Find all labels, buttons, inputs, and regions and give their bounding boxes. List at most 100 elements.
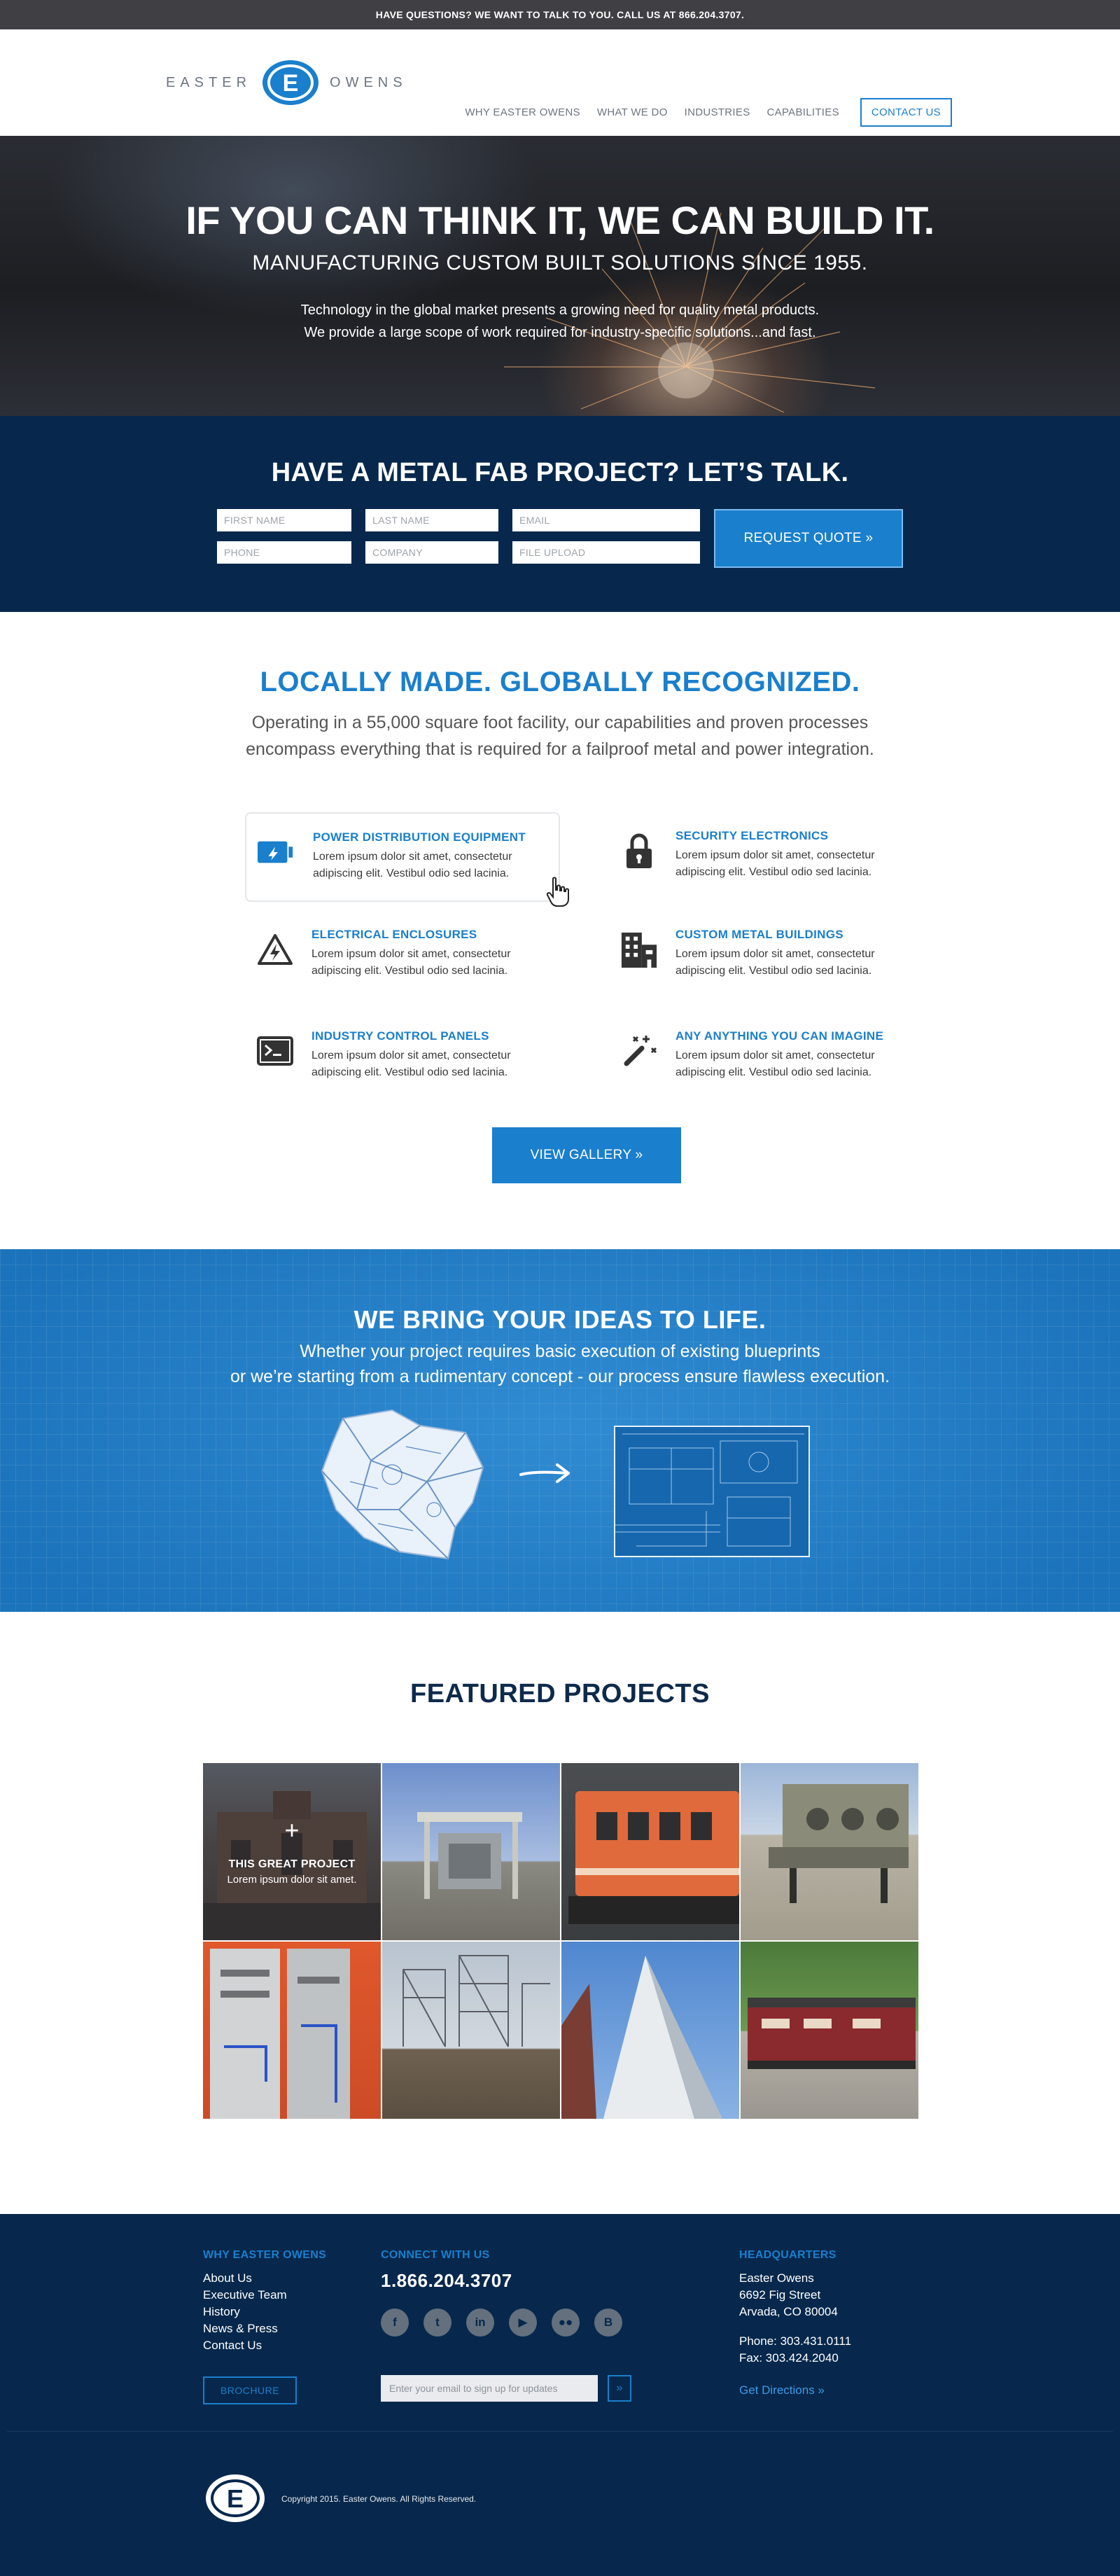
capability-title: SECURITY ELECTRONICS bbox=[676, 829, 829, 842]
file-upload-input[interactable]: FILE UPLOAD bbox=[512, 541, 700, 564]
newsletter-email-input[interactable]: Enter your email to sign up for updates bbox=[381, 2375, 598, 2402]
footer-phone[interactable]: 1.866.204.3707 bbox=[381, 2270, 512, 2292]
hero-subtitle: MANUFACTURING CUSTOM BUILT SOLUTIONS SIN… bbox=[252, 251, 868, 274]
svg-text:E: E bbox=[283, 70, 299, 97]
hq-name: Easter Owens bbox=[739, 2271, 814, 2285]
request-quote-button[interactable]: REQUEST QUOTE » bbox=[714, 509, 903, 568]
svg-text:E: E bbox=[227, 2484, 244, 2513]
project-tile-enclosures[interactable] bbox=[741, 1763, 918, 1940]
finished-blueprint-image bbox=[614, 1426, 810, 1557]
capabilities-lead-line-1: Operating in a 55,000 square foot facili… bbox=[251, 713, 869, 732]
footer-why-title: WHY EASTER OWENS bbox=[203, 2249, 327, 2261]
footer-link-news-press[interactable]: News & Press bbox=[203, 2320, 287, 2337]
capability-title: ELECTRICAL ENCLOSURES bbox=[312, 928, 477, 941]
projects-grid: + THIS GREAT PROJECT Lorem ipsum dolor s… bbox=[203, 1763, 918, 2119]
capability-industry-control-panels[interactable]: INDUSTRY CONTROL PANELS Lorem ipsum dolo… bbox=[245, 1012, 560, 1102]
phone-input[interactable]: PHONE bbox=[217, 541, 351, 564]
capability-description: Lorem ipsum dolor sit amet, consectetur … bbox=[312, 1050, 511, 1078]
flickr-icon[interactable]: ●● bbox=[552, 2309, 580, 2337]
skyscraper-image bbox=[561, 1956, 722, 2119]
twitter-icon[interactable]: t bbox=[424, 2309, 451, 2337]
hq-phone: Phone: 303.431.0111 bbox=[739, 2334, 852, 2348]
copyright-text: Copyright 2015. Easter Owens. All Rights… bbox=[281, 2494, 477, 2504]
project-tile-railcar[interactable] bbox=[741, 1942, 918, 2119]
linkedin-icon[interactable]: in bbox=[466, 2309, 494, 2337]
footer-link-executive-team[interactable]: Executive Team bbox=[203, 2287, 287, 2304]
footer-link-history[interactable]: History bbox=[203, 2304, 287, 2320]
project-tile-skyscraper[interactable] bbox=[561, 1942, 739, 2119]
project-tile-substation[interactable] bbox=[382, 1763, 560, 1940]
capabilities-title: LOCALLY MADE. GLOBALLY RECOGNIZED. bbox=[260, 667, 860, 697]
site-logo[interactable]: EASTER E OWENS bbox=[166, 58, 407, 107]
project-hover-overlay: + THIS GREAT PROJECT Lorem ipsum dolor s… bbox=[203, 1763, 381, 1940]
quote-section: HAVE A METAL FAB PROJECT? LET’S TALK. FI… bbox=[0, 416, 1120, 612]
company-input[interactable]: COMPANY bbox=[365, 541, 498, 564]
contact-us-button[interactable]: CONTACT US bbox=[860, 98, 952, 127]
project-tile-power-plant[interactable] bbox=[382, 1942, 560, 2119]
brochure-button[interactable]: BROCHURE bbox=[203, 2376, 297, 2404]
hero-banner: IF YOU CAN THINK IT, WE CAN BUILD IT. MA… bbox=[0, 136, 1120, 416]
get-directions-link[interactable]: Get Directions » bbox=[739, 2383, 825, 2397]
capability-description: Lorem ipsum dolor sit amet, consectetur … bbox=[312, 948, 511, 977]
hero-title: IF YOU CAN THINK IT, WE CAN BUILD IT. bbox=[186, 198, 934, 242]
project-title: THIS GREAT PROJECT bbox=[228, 1858, 356, 1870]
project-tile-locomotive[interactable] bbox=[561, 1763, 739, 1940]
right-arrow-icon bbox=[519, 1463, 570, 1483]
capability-security-electronics[interactable]: SECURITY ELECTRONICS Lorem ipsum dolor s… bbox=[609, 812, 924, 902]
battery-icon bbox=[258, 833, 295, 871]
social-links: f t in ▶ ●● B bbox=[381, 2309, 637, 2337]
capability-title: INDUSTRY CONTROL PANELS bbox=[312, 1029, 489, 1043]
facebook-icon[interactable]: f bbox=[381, 2309, 409, 2337]
footer-link-about-us[interactable]: About Us bbox=[203, 2270, 287, 2287]
plus-icon: + bbox=[284, 1816, 300, 1844]
featured-projects-title: FEATURED PROJECTS bbox=[410, 1679, 710, 1708]
last-name-input[interactable]: LAST NAME bbox=[365, 509, 498, 531]
main-nav: WHY EASTER OWENS WHAT WE DO INDUSTRIES C… bbox=[448, 98, 952, 127]
blogger-icon[interactable]: B bbox=[594, 2309, 622, 2337]
ideas-title: WE BRING YOUR IDEAS TO LIFE. bbox=[354, 1305, 766, 1334]
footer-connect-title: CONNECT WITH US bbox=[381, 2249, 490, 2261]
nav-why-easter-owens[interactable]: WHY EASTER OWENS bbox=[465, 106, 580, 118]
enclosures-image bbox=[769, 1784, 909, 1903]
ideas-line-1: Whether your project requires basic exec… bbox=[300, 1342, 820, 1361]
terminal-icon bbox=[256, 1032, 294, 1070]
logo-mark-icon: E bbox=[262, 60, 319, 105]
capability-description: Lorem ipsum dolor sit amet, consectetur … bbox=[313, 851, 512, 879]
capability-title: ANY ANYTHING YOU CAN IMAGINE bbox=[676, 1029, 884, 1043]
railcar-image bbox=[748, 1998, 916, 2069]
footer-logo-icon[interactable]: E bbox=[204, 2473, 266, 2523]
capability-title: POWER DISTRIBUTION EQUIPMENT bbox=[313, 830, 526, 844]
capability-power-distribution[interactable]: POWER DISTRIBUTION EQUIPMENT Lorem ipsum… bbox=[245, 812, 560, 902]
hero-line-2: We provide a large scope of work require… bbox=[304, 325, 816, 340]
hero-description: Technology in the global market presents… bbox=[0, 299, 1120, 344]
hq-fax: Fax: 303.424.2040 bbox=[739, 2351, 839, 2365]
nav-what-we-do[interactable]: WHAT WE DO bbox=[597, 106, 668, 118]
capability-anything-you-can-imagine[interactable]: ANY ANYTHING YOU CAN IMAGINE Lorem ipsum… bbox=[609, 1012, 924, 1102]
first-name-input[interactable]: FIRST NAME bbox=[217, 509, 351, 531]
footer-link-contact-us[interactable]: Contact Us bbox=[203, 2337, 287, 2354]
capabilities-lead: Operating in a 55,000 square foot facili… bbox=[0, 709, 1120, 763]
locomotive-image bbox=[568, 1791, 739, 1924]
hand-cursor-icon bbox=[546, 877, 569, 907]
newsletter-submit-button[interactable]: » bbox=[608, 2375, 631, 2402]
featured-projects-section: FEATURED PROJECTS + THIS GREAT PROJECT L… bbox=[0, 1612, 1120, 2214]
lock-icon bbox=[620, 832, 658, 870]
magic-wand-icon bbox=[620, 1032, 658, 1070]
youtube-icon[interactable]: ▶ bbox=[509, 2309, 537, 2337]
nav-industries[interactable]: INDUSTRIES bbox=[685, 106, 750, 118]
capability-electrical-enclosures[interactable]: ELECTRICAL ENCLOSURES Lorem ipsum dolor … bbox=[245, 911, 560, 1001]
nav-capabilities[interactable]: CAPABILITIES bbox=[767, 106, 839, 118]
capability-custom-metal-buildings[interactable]: CUSTOM METAL BUILDINGS Lorem ipsum dolor… bbox=[609, 911, 924, 1001]
hq-city: Arvada, CO 80004 bbox=[739, 2305, 838, 2318]
email-input[interactable]: EMAIL bbox=[512, 509, 700, 531]
ideas-description: Whether your project requires basic exec… bbox=[0, 1339, 1120, 1389]
quote-title: HAVE A METAL FAB PROJECT? LET’S TALK. bbox=[271, 458, 849, 487]
site-header: EASTER E OWENS WHY EASTER OWENS WHAT WE … bbox=[0, 29, 1120, 136]
project-tile-control-cabinet[interactable] bbox=[203, 1942, 381, 2119]
hq-street: 6692 Fig Street bbox=[739, 2288, 821, 2302]
project-tile-station[interactable]: + THIS GREAT PROJECT Lorem ipsum dolor s… bbox=[203, 1763, 381, 1940]
building-icon bbox=[620, 931, 658, 968]
view-gallery-button[interactable]: VIEW GALLERY » bbox=[492, 1127, 681, 1183]
call-us-text: HAVE QUESTIONS? WE WANT TO TALK TO YOU. … bbox=[375, 9, 745, 20]
project-subtitle: Lorem ipsum dolor sit amet. bbox=[227, 1874, 357, 1886]
